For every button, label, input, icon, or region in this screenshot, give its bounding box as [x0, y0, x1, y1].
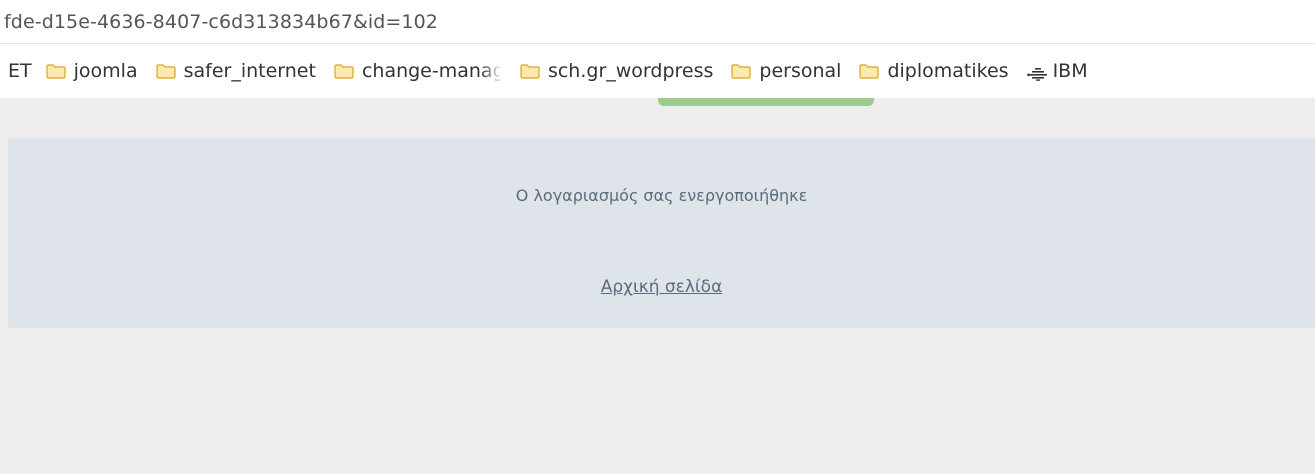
- bookmark-label: IBM: [1052, 60, 1088, 82]
- bookmark-label: safer_internet: [183, 60, 316, 82]
- home-page-link[interactable]: Αρχική σελίδα: [601, 277, 723, 297]
- bookmark-label: change-managm: [361, 60, 502, 82]
- folder-icon: [46, 63, 66, 79]
- home-link-wrapper: Αρχική σελίδα: [8, 277, 1315, 297]
- bookmark-label: diplomatikes: [887, 60, 1009, 82]
- bookmark-et[interactable]: ET: [8, 60, 32, 82]
- bookmark-label: ET: [8, 60, 32, 82]
- bookmark-label: sch.gr_wordpress: [547, 60, 714, 82]
- ibm-logo-icon: [1026, 64, 1049, 81]
- page-content: Ο λογαριασμός σας ενεργοποιήθηκε Αρχική …: [0, 98, 1315, 474]
- address-text[interactable]: fde-d15e-4636-8407-c6d313834b67&id=102: [4, 11, 438, 33]
- bookmark-folder-diplomatikes[interactable]: diplomatikes: [859, 60, 1009, 82]
- bookmark-folder-personal[interactable]: personal: [731, 60, 841, 82]
- message-panel: Ο λογαριασμός σας ενεργοποιήθηκε Αρχική …: [8, 138, 1315, 328]
- bookmark-folder-safer-internet[interactable]: safer_internet: [155, 60, 316, 82]
- bookmark-folder-sch-gr-wordpress[interactable]: sch.gr_wordpress: [520, 60, 713, 82]
- folder-icon: [155, 63, 176, 79]
- folder-icon: [731, 63, 752, 79]
- folder-icon: [859, 63, 880, 79]
- folder-icon: [334, 63, 354, 79]
- bookmark-ibm[interactable]: IBM: [1026, 60, 1088, 82]
- address-bar[interactable]: fde-d15e-4636-8407-c6d313834b67&id=102: [0, 0, 1315, 44]
- folder-icon: [520, 63, 540, 79]
- bookmark-label: personal: [759, 60, 842, 82]
- bookmark-folder-change-managm[interactable]: change-managm: [334, 60, 502, 82]
- bookmark-folder-joomla[interactable]: joomla: [46, 60, 138, 82]
- bookmarks-bar: ET joomla safer_internet change-managm s…: [0, 44, 1315, 98]
- bookmark-label: joomla: [73, 60, 138, 82]
- activation-message: Ο λογαριασμός σας ενεργοποιήθηκε: [515, 186, 808, 205]
- green-button-tab[interactable]: [658, 98, 874, 106]
